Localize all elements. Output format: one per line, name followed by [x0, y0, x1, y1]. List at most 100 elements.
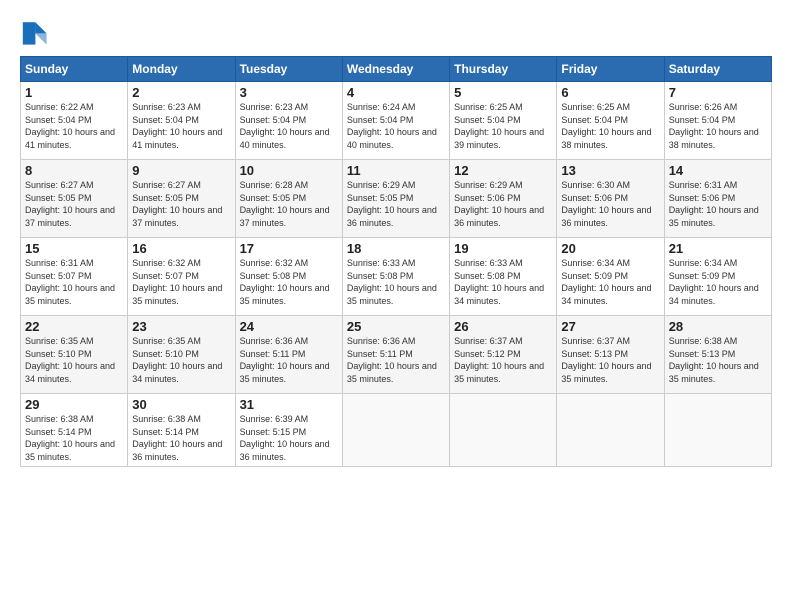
weekday-header: Sunday — [21, 57, 128, 82]
calendar-cell: 18Sunrise: 6:33 AMSunset: 5:08 PMDayligh… — [342, 238, 449, 316]
day-number: 27 — [561, 319, 659, 334]
calendar-cell: 9Sunrise: 6:27 AMSunset: 5:05 PMDaylight… — [128, 160, 235, 238]
weekday-header: Tuesday — [235, 57, 342, 82]
calendar-cell — [450, 394, 557, 467]
day-number: 19 — [454, 241, 552, 256]
calendar-cell: 10Sunrise: 6:28 AMSunset: 5:05 PMDayligh… — [235, 160, 342, 238]
day-number: 14 — [669, 163, 767, 178]
day-number: 16 — [132, 241, 230, 256]
calendar-cell: 4Sunrise: 6:24 AMSunset: 5:04 PMDaylight… — [342, 82, 449, 160]
calendar-cell: 31Sunrise: 6:39 AMSunset: 5:15 PMDayligh… — [235, 394, 342, 467]
day-number: 24 — [240, 319, 338, 334]
calendar-cell: 27Sunrise: 6:37 AMSunset: 5:13 PMDayligh… — [557, 316, 664, 394]
day-number: 17 — [240, 241, 338, 256]
calendar-cell: 2Sunrise: 6:23 AMSunset: 5:04 PMDaylight… — [128, 82, 235, 160]
day-number: 28 — [669, 319, 767, 334]
day-info: Sunrise: 6:22 AMSunset: 5:04 PMDaylight:… — [25, 101, 123, 151]
calendar-week-row: 29Sunrise: 6:38 AMSunset: 5:14 PMDayligh… — [21, 394, 772, 467]
day-number: 22 — [25, 319, 123, 334]
day-info: Sunrise: 6:39 AMSunset: 5:15 PMDaylight:… — [240, 413, 338, 463]
calendar-cell: 20Sunrise: 6:34 AMSunset: 5:09 PMDayligh… — [557, 238, 664, 316]
day-number: 7 — [669, 85, 767, 100]
day-info: Sunrise: 6:36 AMSunset: 5:11 PMDaylight:… — [347, 335, 445, 385]
calendar-cell: 15Sunrise: 6:31 AMSunset: 5:07 PMDayligh… — [21, 238, 128, 316]
calendar-cell: 13Sunrise: 6:30 AMSunset: 5:06 PMDayligh… — [557, 160, 664, 238]
weekday-header: Monday — [128, 57, 235, 82]
logo-icon — [20, 18, 48, 46]
day-info: Sunrise: 6:23 AMSunset: 5:04 PMDaylight:… — [240, 101, 338, 151]
day-number: 9 — [132, 163, 230, 178]
day-info: Sunrise: 6:26 AMSunset: 5:04 PMDaylight:… — [669, 101, 767, 151]
day-number: 18 — [347, 241, 445, 256]
weekday-header: Thursday — [450, 57, 557, 82]
calendar-cell: 14Sunrise: 6:31 AMSunset: 5:06 PMDayligh… — [664, 160, 771, 238]
calendar-cell: 3Sunrise: 6:23 AMSunset: 5:04 PMDaylight… — [235, 82, 342, 160]
day-info: Sunrise: 6:33 AMSunset: 5:08 PMDaylight:… — [347, 257, 445, 307]
weekday-header-row: SundayMondayTuesdayWednesdayThursdayFrid… — [21, 57, 772, 82]
calendar-cell: 7Sunrise: 6:26 AMSunset: 5:04 PMDaylight… — [664, 82, 771, 160]
day-info: Sunrise: 6:25 AMSunset: 5:04 PMDaylight:… — [561, 101, 659, 151]
day-info: Sunrise: 6:29 AMSunset: 5:05 PMDaylight:… — [347, 179, 445, 229]
day-number: 13 — [561, 163, 659, 178]
calendar-cell — [342, 394, 449, 467]
day-info: Sunrise: 6:31 AMSunset: 5:06 PMDaylight:… — [669, 179, 767, 229]
day-number: 11 — [347, 163, 445, 178]
day-number: 29 — [25, 397, 123, 412]
calendar-cell: 17Sunrise: 6:32 AMSunset: 5:08 PMDayligh… — [235, 238, 342, 316]
day-info: Sunrise: 6:35 AMSunset: 5:10 PMDaylight:… — [25, 335, 123, 385]
day-info: Sunrise: 6:33 AMSunset: 5:08 PMDaylight:… — [454, 257, 552, 307]
day-number: 23 — [132, 319, 230, 334]
calendar-week-row: 15Sunrise: 6:31 AMSunset: 5:07 PMDayligh… — [21, 238, 772, 316]
day-info: Sunrise: 6:34 AMSunset: 5:09 PMDaylight:… — [669, 257, 767, 307]
calendar-cell: 1Sunrise: 6:22 AMSunset: 5:04 PMDaylight… — [21, 82, 128, 160]
calendar-cell: 28Sunrise: 6:38 AMSunset: 5:13 PMDayligh… — [664, 316, 771, 394]
day-info: Sunrise: 6:30 AMSunset: 5:06 PMDaylight:… — [561, 179, 659, 229]
day-number: 1 — [25, 85, 123, 100]
calendar-cell: 23Sunrise: 6:35 AMSunset: 5:10 PMDayligh… — [128, 316, 235, 394]
day-number: 4 — [347, 85, 445, 100]
page: SundayMondayTuesdayWednesdayThursdayFrid… — [0, 0, 792, 612]
calendar-cell: 29Sunrise: 6:38 AMSunset: 5:14 PMDayligh… — [21, 394, 128, 467]
day-number: 25 — [347, 319, 445, 334]
calendar-cell: 22Sunrise: 6:35 AMSunset: 5:10 PMDayligh… — [21, 316, 128, 394]
weekday-header: Friday — [557, 57, 664, 82]
day-info: Sunrise: 6:27 AMSunset: 5:05 PMDaylight:… — [25, 179, 123, 229]
day-number: 5 — [454, 85, 552, 100]
calendar-cell: 25Sunrise: 6:36 AMSunset: 5:11 PMDayligh… — [342, 316, 449, 394]
calendar-cell: 21Sunrise: 6:34 AMSunset: 5:09 PMDayligh… — [664, 238, 771, 316]
day-info: Sunrise: 6:37 AMSunset: 5:12 PMDaylight:… — [454, 335, 552, 385]
day-info: Sunrise: 6:38 AMSunset: 5:13 PMDaylight:… — [669, 335, 767, 385]
calendar-week-row: 1Sunrise: 6:22 AMSunset: 5:04 PMDaylight… — [21, 82, 772, 160]
day-number: 30 — [132, 397, 230, 412]
day-info: Sunrise: 6:25 AMSunset: 5:04 PMDaylight:… — [454, 101, 552, 151]
weekday-header: Wednesday — [342, 57, 449, 82]
calendar-cell — [557, 394, 664, 467]
calendar-week-row: 8Sunrise: 6:27 AMSunset: 5:05 PMDaylight… — [21, 160, 772, 238]
calendar-cell: 5Sunrise: 6:25 AMSunset: 5:04 PMDaylight… — [450, 82, 557, 160]
day-info: Sunrise: 6:37 AMSunset: 5:13 PMDaylight:… — [561, 335, 659, 385]
day-number: 2 — [132, 85, 230, 100]
day-info: Sunrise: 6:29 AMSunset: 5:06 PMDaylight:… — [454, 179, 552, 229]
day-info: Sunrise: 6:38 AMSunset: 5:14 PMDaylight:… — [25, 413, 123, 463]
calendar-cell: 12Sunrise: 6:29 AMSunset: 5:06 PMDayligh… — [450, 160, 557, 238]
header — [20, 18, 772, 46]
calendar-cell: 26Sunrise: 6:37 AMSunset: 5:12 PMDayligh… — [450, 316, 557, 394]
day-info: Sunrise: 6:34 AMSunset: 5:09 PMDaylight:… — [561, 257, 659, 307]
calendar-cell: 8Sunrise: 6:27 AMSunset: 5:05 PMDaylight… — [21, 160, 128, 238]
day-info: Sunrise: 6:24 AMSunset: 5:04 PMDaylight:… — [347, 101, 445, 151]
day-number: 15 — [25, 241, 123, 256]
day-number: 31 — [240, 397, 338, 412]
calendar-cell: 16Sunrise: 6:32 AMSunset: 5:07 PMDayligh… — [128, 238, 235, 316]
day-info: Sunrise: 6:31 AMSunset: 5:07 PMDaylight:… — [25, 257, 123, 307]
calendar-cell: 30Sunrise: 6:38 AMSunset: 5:14 PMDayligh… — [128, 394, 235, 467]
calendar-cell: 24Sunrise: 6:36 AMSunset: 5:11 PMDayligh… — [235, 316, 342, 394]
logo — [20, 18, 52, 46]
day-number: 20 — [561, 241, 659, 256]
calendar-cell: 11Sunrise: 6:29 AMSunset: 5:05 PMDayligh… — [342, 160, 449, 238]
day-number: 26 — [454, 319, 552, 334]
day-info: Sunrise: 6:35 AMSunset: 5:10 PMDaylight:… — [132, 335, 230, 385]
day-info: Sunrise: 6:23 AMSunset: 5:04 PMDaylight:… — [132, 101, 230, 151]
day-number: 12 — [454, 163, 552, 178]
day-info: Sunrise: 6:32 AMSunset: 5:07 PMDaylight:… — [132, 257, 230, 307]
calendar-cell — [664, 394, 771, 467]
